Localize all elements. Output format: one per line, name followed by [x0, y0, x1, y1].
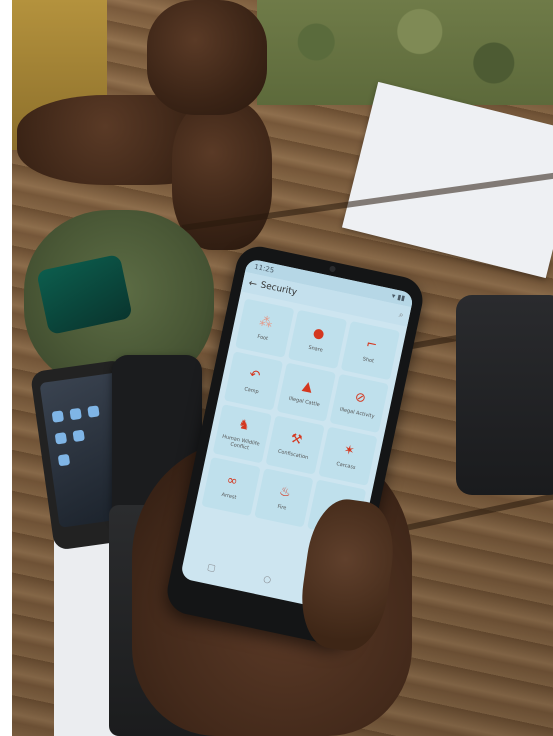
app-icon: [87, 405, 100, 418]
category-label: Camp: [243, 386, 260, 396]
category-tile[interactable]: ♨ Fire: [254, 468, 314, 528]
app-icon: [54, 432, 68, 445]
category-grid: ⁂ Foot ● Snare ⌐ Shot ↶ Camp ▲ Illegal Cattle ⊘ Ill…: [196, 291, 408, 540]
app-icon: [72, 429, 85, 443]
category-label: Shot: [362, 356, 375, 365]
recent-apps-icon[interactable]: ▢: [206, 563, 216, 575]
category-tile[interactable]: ⁂ Foot: [235, 298, 295, 358]
holster-right: [456, 295, 553, 495]
category-tile[interactable]: ▲ Illegal Cattle: [276, 362, 336, 422]
status-time: 11:25: [253, 262, 275, 275]
category-label: Snare: [307, 344, 324, 354]
no-entry-icon: ⊘: [353, 389, 368, 407]
category-tile[interactable]: ⚒ Confiscation: [265, 415, 325, 475]
category-tile[interactable]: ↶ Camp: [223, 351, 284, 411]
fire-icon: ♨: [277, 483, 293, 501]
category-tile[interactable]: ⊘ Illegal Activity: [329, 373, 389, 434]
tent-icon: ▲: [301, 378, 314, 396]
category-tile[interactable]: ● Snare: [287, 309, 348, 370]
hook-icon: ↶: [247, 367, 262, 385]
category-label: Human Wildlife Conflict: [221, 433, 261, 452]
cattle-icon: ♞: [236, 416, 252, 435]
category-label: Confiscation: [277, 448, 309, 461]
dot-icon: ●: [311, 325, 326, 343]
category-tile[interactable]: ⌐ Shot: [340, 320, 401, 381]
category-label: Illegal Cattle: [288, 395, 321, 409]
app-icon: [51, 410, 65, 423]
app-icon: [57, 453, 71, 467]
category-label: Fire: [276, 503, 287, 512]
carcass-icon: ✶: [342, 442, 356, 460]
screen-title: Security: [259, 280, 298, 298]
front-camera: [328, 265, 337, 273]
category-label: Arrest: [221, 491, 237, 501]
handcuffs-icon: ∞: [225, 472, 240, 490]
gun-icon: ⌐: [364, 336, 379, 354]
category-label: Illegal Activity: [339, 406, 375, 420]
home-icon[interactable]: ○: [262, 574, 272, 585]
category-tile[interactable]: ∞ Arrest: [201, 456, 261, 517]
search-icon[interactable]: ⌕: [398, 310, 404, 321]
category-label: Foot: [256, 333, 269, 342]
person-arm-top: [147, 0, 267, 115]
footprints-icon: ⁂: [257, 314, 274, 332]
app-icon: [69, 407, 82, 421]
category-tile[interactable]: ♞ Human Wildlife Conflict: [212, 404, 272, 464]
category-tile[interactable]: ✶ Carcass: [318, 426, 378, 486]
axe-icon: ⚒: [288, 431, 304, 449]
status-icons: ▾ ▮▮: [390, 291, 406, 303]
category-label: Carcass: [335, 461, 357, 471]
